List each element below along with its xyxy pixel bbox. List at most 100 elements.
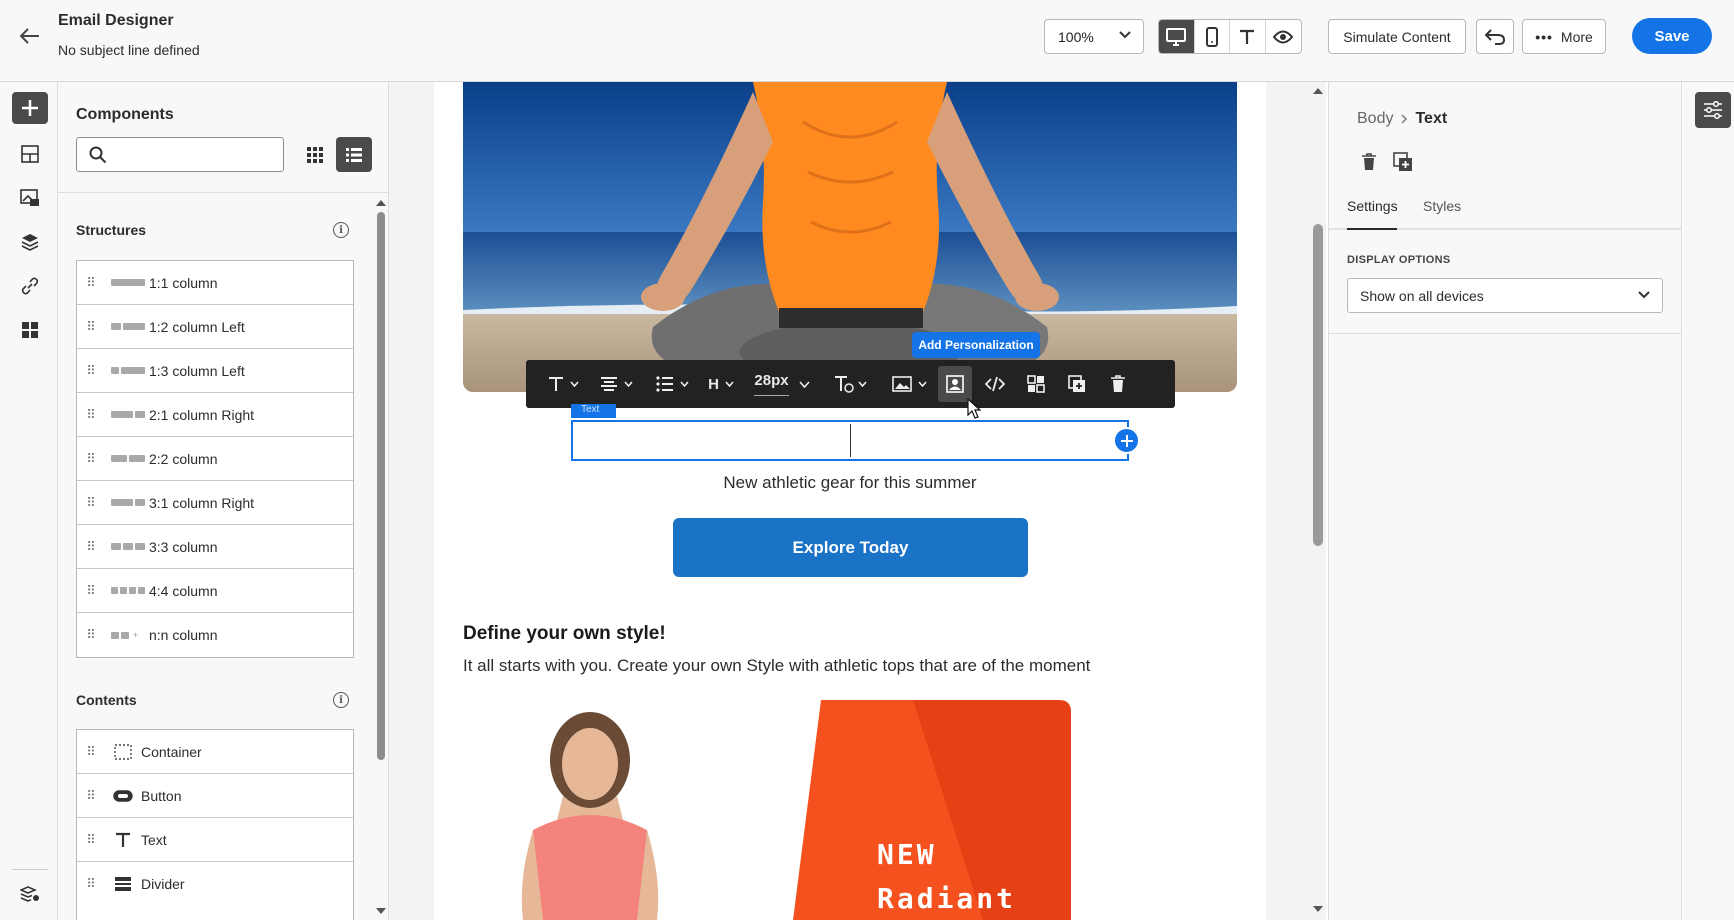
heading-label: H [708, 375, 719, 393]
font-size-value: 28px [754, 372, 789, 396]
panel-divider [1329, 333, 1681, 334]
structure-item[interactable]: ⠿ 2:2 column [77, 437, 353, 481]
personalization-icon [946, 375, 964, 393]
duplicate-component-button[interactable] [1391, 150, 1415, 174]
content-item[interactable]: ⠿ Container [77, 730, 353, 774]
info-icon[interactable]: i [333, 692, 349, 708]
canvas-scroll-thumb[interactable] [1313, 224, 1323, 546]
hero-image[interactable] [463, 82, 1237, 392]
settings-layers-button[interactable] [12, 878, 48, 910]
properties-toggle-button[interactable] [1695, 92, 1731, 128]
tagline-text[interactable]: New athletic gear for this summer [434, 473, 1266, 493]
assets-button[interactable] [12, 182, 48, 214]
drag-handle-icon[interactable]: ⠿ [77, 788, 103, 804]
promo-image-row[interactable]: NEW Radiant [463, 700, 1071, 920]
drag-handle-icon[interactable]: ⠿ [77, 407, 103, 423]
drag-handle-icon[interactable]: ⠿ [77, 275, 103, 291]
drag-handle-icon[interactable]: ⠿ [77, 744, 103, 760]
simulate-content-button[interactable]: Simulate Content [1328, 19, 1466, 54]
structure-item[interactable]: ⠿ 4:4 column [77, 569, 353, 613]
trash-icon [1111, 375, 1125, 392]
grid-view-toggle[interactable] [298, 138, 332, 172]
divider-icon [109, 876, 137, 892]
structure-3-1-icon [103, 499, 149, 506]
drag-handle-icon[interactable]: ⠿ [77, 451, 103, 467]
structure-4-4-icon [103, 587, 149, 594]
duplicate-button[interactable] [1056, 360, 1098, 408]
drag-handle-icon[interactable]: ⠿ [77, 876, 103, 892]
mobile-view-button[interactable] [1195, 20, 1230, 53]
components-scroll-thumb[interactable] [377, 212, 385, 760]
content-label: Divider [141, 876, 185, 892]
trash-icon [1362, 153, 1376, 170]
text-color-dropdown[interactable] [822, 360, 878, 408]
search-input[interactable] [76, 137, 284, 172]
structure-item[interactable]: ⠿ 2:1 column Right [77, 393, 353, 437]
back-arrow-icon[interactable] [16, 22, 44, 50]
text-view-button[interactable] [1230, 20, 1266, 53]
structure-item[interactable]: ⠿ 1:1 column [77, 261, 353, 305]
drag-handle-icon[interactable]: ⠿ [77, 832, 103, 848]
subject-line: No subject line defined [58, 42, 200, 58]
list-dropdown[interactable] [644, 360, 700, 408]
scroll-up-icon[interactable] [1313, 88, 1323, 94]
drag-handle-icon[interactable]: ⠿ [77, 363, 103, 379]
drag-handle-icon[interactable]: ⠿ [77, 495, 103, 511]
layers-button[interactable] [12, 226, 48, 258]
content-label: Button [141, 787, 182, 804]
info-icon[interactable]: i [333, 222, 349, 238]
catalog-button[interactable] [12, 314, 48, 346]
heading-dropdown[interactable]: H [700, 360, 742, 408]
duplicate-icon [1068, 375, 1085, 392]
drag-handle-icon[interactable]: ⠿ [77, 627, 103, 643]
duplicate-icon [1393, 152, 1412, 171]
links-button[interactable] [12, 270, 48, 302]
desktop-view-button[interactable] [1159, 20, 1195, 53]
drag-handle-icon[interactable]: ⠿ [77, 319, 103, 335]
add-block-button[interactable] [1113, 427, 1140, 454]
structure-2-2-icon [103, 455, 149, 462]
tab-settings[interactable]: Settings [1347, 198, 1398, 214]
save-button[interactable]: Save [1632, 18, 1712, 54]
explore-today-button[interactable]: Explore Today [673, 518, 1028, 577]
structure-item[interactable]: ⠿ 1:3 column Left [77, 349, 353, 393]
breadcrumb-body[interactable]: Body [1357, 110, 1393, 128]
zoom-select[interactable]: 100% [1044, 19, 1144, 54]
scroll-down-icon[interactable] [1313, 906, 1323, 912]
properties-tabs: Settings Styles [1329, 188, 1681, 230]
tab-styles[interactable]: Styles [1423, 198, 1461, 214]
preview-button[interactable] [1266, 20, 1301, 53]
more-button[interactable]: ••• More [1522, 19, 1606, 54]
structure-item[interactable]: ⠿ 3:1 column Right [77, 481, 353, 525]
delete-component-button[interactable] [1357, 150, 1381, 174]
align-dropdown[interactable] [588, 360, 644, 408]
image-dropdown[interactable] [882, 360, 936, 408]
structure-label: 3:3 column [149, 538, 218, 555]
scroll-up-icon[interactable] [376, 200, 386, 206]
chevron-down-icon [917, 381, 927, 387]
drag-handle-icon[interactable]: ⠿ [77, 583, 103, 599]
structure-item[interactable]: ⠿ + n:n column [77, 613, 353, 657]
drag-handle-icon[interactable]: ⠿ [77, 539, 103, 555]
delete-button[interactable] [1098, 360, 1138, 408]
font-style-dropdown[interactable] [538, 360, 588, 408]
fragment-button[interactable] [1016, 360, 1056, 408]
undo-button[interactable] [1476, 19, 1514, 54]
section-heading[interactable]: Define your own style! [463, 623, 666, 645]
add-components-button[interactable] [12, 92, 48, 124]
content-item[interactable]: ⠿ Button [77, 774, 353, 818]
section-paragraph[interactable]: It all starts with you. Create your own … [463, 656, 1090, 676]
chevron-right-icon [1401, 114, 1408, 124]
structure-item[interactable]: ⠿ 1:2 column Left [77, 305, 353, 349]
chevron-down-icon [679, 381, 689, 387]
left-rail [0, 82, 58, 920]
list-view-toggle[interactable] [336, 137, 372, 172]
scroll-down-icon[interactable] [376, 908, 386, 914]
content-item[interactable]: ⠿ Divider [77, 862, 353, 906]
fragments-button[interactable] [12, 138, 48, 170]
content-item[interactable]: ⠿ Text [77, 818, 353, 862]
structure-item[interactable]: ⠿ 3:3 column [77, 525, 353, 569]
display-options-select[interactable]: Show on all devices [1347, 278, 1663, 313]
components-panel: Components Structures i ⠿ 1:1 column ⠿ 1:2… [58, 82, 389, 920]
font-size-dropdown[interactable]: 28px [746, 360, 818, 408]
